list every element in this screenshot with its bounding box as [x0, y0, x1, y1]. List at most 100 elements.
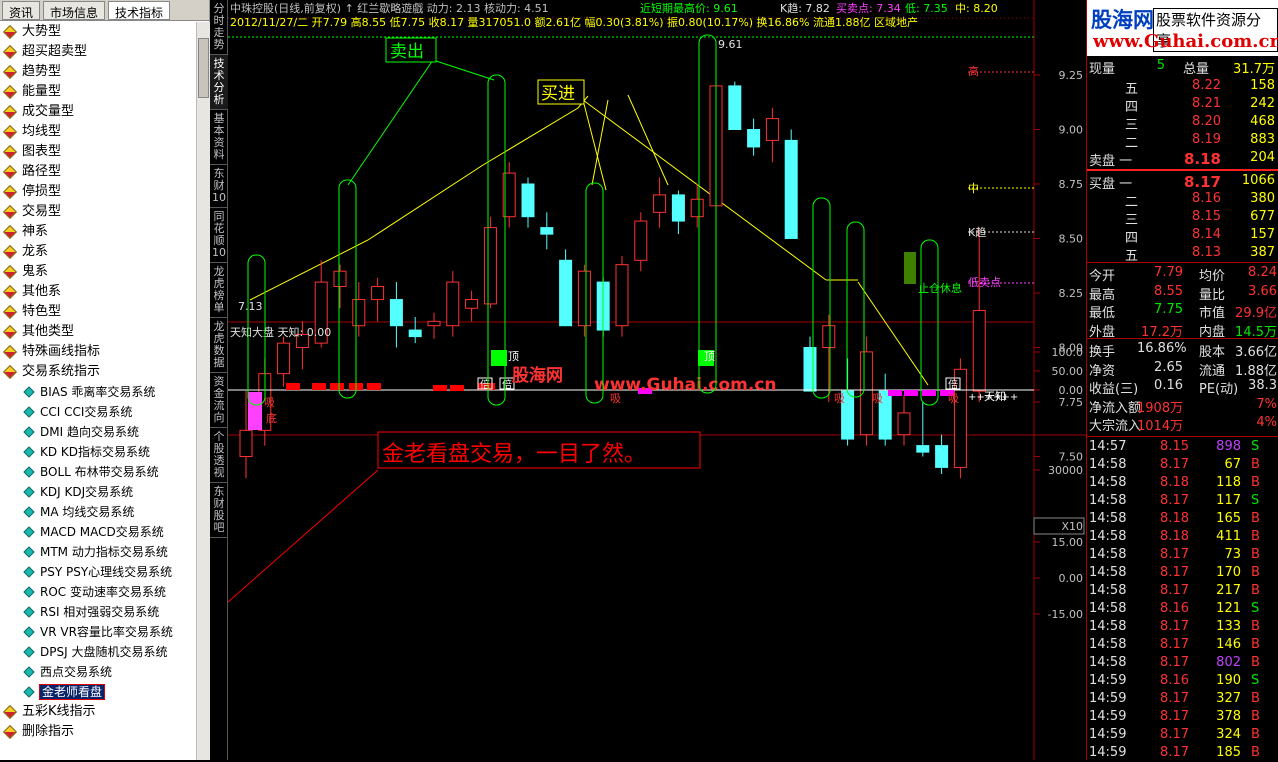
indicator-icon	[23, 566, 35, 578]
tree-item[interactable]: 停损型	[0, 182, 196, 202]
tick-volume: 802	[1216, 655, 1241, 670]
xi-label: 底	[266, 411, 277, 425]
scroll-thumb[interactable]	[198, 38, 209, 98]
stat-label: 均价	[1199, 269, 1226, 284]
tree-subitem[interactable]: RSI 相对强弱交易系统	[0, 602, 196, 622]
vtab-2[interactable]: 基本资料	[210, 110, 228, 165]
tree-item-label: BIAS 乖离率交易系统	[40, 385, 156, 399]
tree-item-label: 路径型	[22, 164, 62, 179]
tree-item[interactable]: 特殊画线指标	[0, 342, 196, 362]
left-tab-1[interactable]: 市场信息	[43, 1, 106, 20]
tree-subitem[interactable]: DMI 趋向交易系统	[0, 422, 196, 442]
tree-item[interactable]: 交易型	[0, 202, 196, 222]
stat-value: 14.5万	[1235, 324, 1277, 340]
tree-item[interactable]: 路径型	[0, 162, 196, 182]
candle	[653, 177, 667, 228]
tree-item[interactable]: 五彩K线指示	[0, 702, 196, 722]
tree-item[interactable]: 能量型	[0, 82, 196, 102]
tree-subitem[interactable]: BIAS 乖离率交易系统	[0, 382, 196, 402]
tree-subitem[interactable]: PSY PSY心理线交易系统	[0, 562, 196, 582]
sell-price: 8.19	[1192, 132, 1221, 147]
vtab-0[interactable]: 分时走势	[210, 0, 228, 55]
header-line2: 2012/11/27/二 开7.79 高8.55 低7.75 收8.17 量31…	[230, 15, 918, 29]
indicator-tick: 100.0	[1052, 346, 1084, 359]
vtab-7[interactable]: 资金流向	[210, 373, 228, 428]
tree-item-label: MACD MACD交易系统	[40, 525, 164, 539]
candle	[728, 81, 742, 130]
vtab-5[interactable]: 龙虎榜单	[210, 263, 228, 318]
tree-item[interactable]: 超买超卖型	[0, 42, 196, 62]
tree-item-label: 交易系统指示	[22, 364, 101, 379]
tree-item-label: 停损型	[22, 184, 62, 199]
buy-row: 二 8.16 380	[1087, 190, 1278, 210]
candle	[916, 402, 930, 457]
tick-side: B	[1251, 709, 1260, 724]
vtab-4[interactable]: 同花顺10	[210, 208, 228, 263]
tree-subitem[interactable]: 金老师看盘	[0, 682, 196, 702]
indicator-icon	[23, 406, 35, 418]
candle	[935, 434, 949, 474]
indicator-icon	[23, 666, 35, 678]
tree-item[interactable]: 趋势型	[0, 62, 196, 82]
candle	[671, 190, 685, 235]
tree-item[interactable]: 其他类型	[0, 322, 196, 342]
tree-subitem[interactable]: 西点交易系统	[0, 662, 196, 682]
stat-label: 股本	[1199, 345, 1226, 360]
tree-subitem[interactable]: ROC 变动速率交易系统	[0, 582, 196, 602]
tree-scrollbar[interactable]	[196, 22, 210, 760]
sell-volume: 158	[1250, 78, 1275, 93]
tick-price: 8.17	[1160, 583, 1189, 598]
tree-item[interactable]: 图表型	[0, 142, 196, 162]
indicator-icon	[2, 124, 18, 140]
tree-item[interactable]: 其他系	[0, 282, 196, 302]
tree-item[interactable]: 成交量型	[0, 102, 196, 122]
vtab-9[interactable]: 东财股吧	[210, 483, 228, 538]
tree-subitem[interactable]: MA 均线交易系统	[0, 502, 196, 522]
trend-line	[582, 99, 607, 191]
indicator-icon	[23, 526, 35, 538]
xl-value: 5	[1156, 58, 1165, 73]
left-tab-2[interactable]: 技术指标	[108, 1, 171, 20]
tree-item[interactable]: 删除指示	[0, 722, 196, 742]
tree-subitem[interactable]: CCI CCI交易系统	[0, 402, 196, 422]
tick-time: 14:59	[1089, 709, 1127, 724]
tree-item[interactable]: 均线型	[0, 122, 196, 142]
candle	[408, 316, 422, 344]
tree-item[interactable]: 龙系	[0, 242, 196, 262]
vtab-1[interactable]: 技术分析	[210, 55, 228, 110]
tree-subitem[interactable]: KDJ KDJ交易系统	[0, 482, 196, 502]
vtab-8[interactable]: 个股透视	[210, 428, 228, 483]
tree-subitem[interactable]: DPSJ 大盘随机交易系统	[0, 642, 196, 662]
tick-time: 14:58	[1089, 565, 1127, 580]
tree-subitem[interactable]: MTM 动力指标交易系统	[0, 542, 196, 562]
candle	[521, 177, 535, 228]
vtab-3[interactable]: 东财10	[210, 165, 228, 208]
tick-row: 14:58 8.17 133 B	[1087, 618, 1278, 636]
candle	[371, 277, 385, 322]
tree-item[interactable]: 特色型	[0, 302, 196, 322]
indicator-icon	[2, 724, 18, 740]
tree-subitem[interactable]: VR VR容量比率交易系统	[0, 622, 196, 642]
tick-row: 14:59 8.17 324 B	[1087, 726, 1278, 744]
xl-label: 现量	[1089, 62, 1116, 77]
tree-subitem[interactable]: BOLL 布林带交易系统	[0, 462, 196, 482]
vtab-6[interactable]: 龙虎数据	[210, 318, 228, 373]
sell-row: 卖盘 一 8.18 204	[1087, 149, 1278, 169]
tree-subitem[interactable]: KD KD指标交易系统	[0, 442, 196, 462]
tree-item-label: 均线型	[22, 124, 62, 139]
tree-item[interactable]: 交易系统指示	[0, 362, 196, 382]
sell-level: 卖盘 一	[1089, 154, 1133, 169]
stat-label: 今开	[1089, 269, 1116, 284]
tree-item[interactable]: 鬼系	[0, 262, 196, 282]
tree-item[interactable]: 大势型	[0, 22, 196, 42]
stat-value: 3.66	[1248, 283, 1277, 299]
kline-chart[interactable]: 中珠控股(日线,前复权) ↑ 红兰歇略遊戲 动力: 2.13 核动力: 4.51…	[228, 0, 1086, 760]
tree-subitem[interactable]: MACD MACD交易系统	[0, 522, 196, 542]
tree-item-label: 图表型	[22, 144, 62, 159]
trend-line	[249, 95, 589, 301]
volume-tick: 30000	[1048, 464, 1083, 477]
left-tab-0[interactable]: 资讯	[2, 1, 41, 20]
tree-item[interactable]: 神系	[0, 222, 196, 242]
sell-price: 8.18	[1183, 150, 1221, 168]
tree-item-label: CCI CCI交易系统	[40, 405, 133, 419]
